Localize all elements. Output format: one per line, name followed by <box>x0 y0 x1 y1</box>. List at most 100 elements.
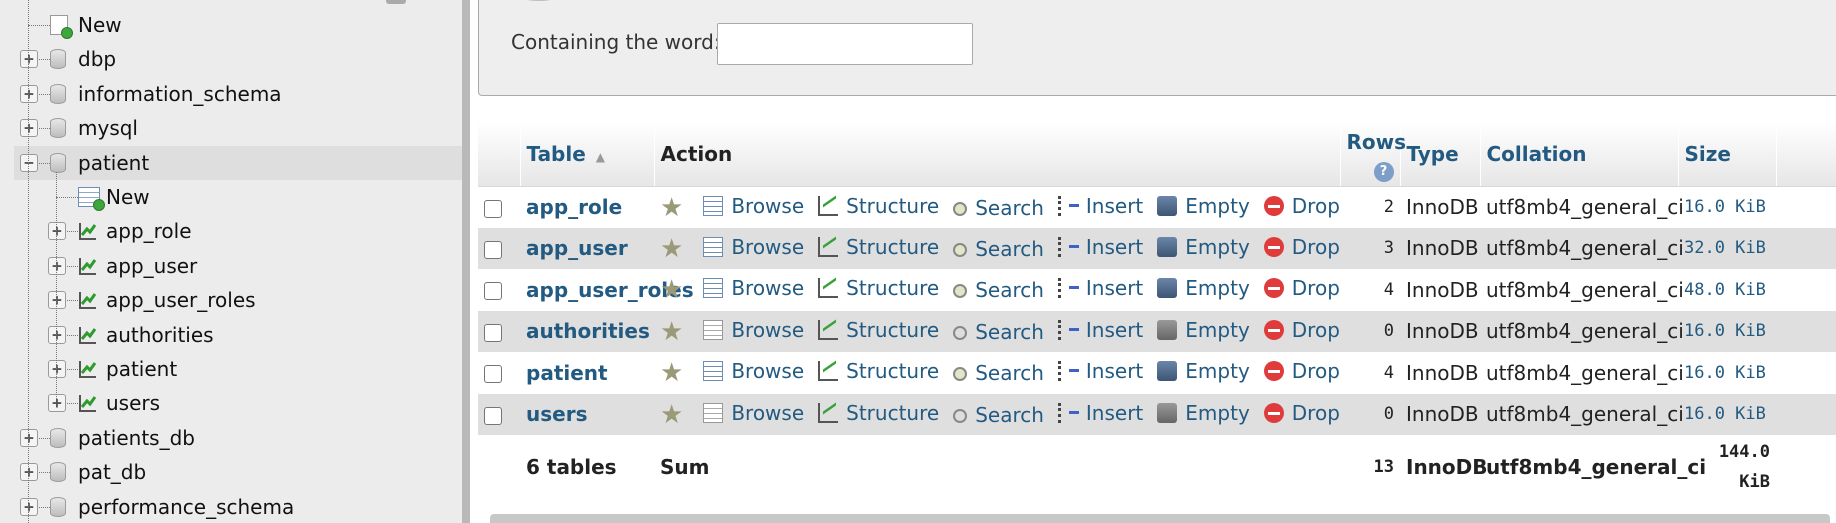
empty-link[interactable]: Empty <box>1157 318 1250 342</box>
expand-icon[interactable]: + <box>20 50 38 69</box>
expand-icon[interactable]: + <box>48 256 66 275</box>
tree-item-label[interactable]: app_user_roles <box>106 283 256 317</box>
structure-link[interactable]: Structure <box>818 401 939 425</box>
expand-icon[interactable]: + <box>20 497 38 516</box>
search-link[interactable]: Search <box>953 237 1044 261</box>
tree-item-label[interactable]: patient <box>106 352 177 386</box>
drop-link[interactable]: Drop <box>1263 194 1340 218</box>
tree-item-db[interactable]: + dbp <box>0 42 462 76</box>
tree-item-label[interactable]: dbp <box>78 42 116 76</box>
empty-link[interactable]: Empty <box>1157 401 1250 425</box>
tree-item-db[interactable]: + information_schema <box>0 77 462 111</box>
row-checkbox[interactable] <box>484 365 502 384</box>
expand-icon[interactable]: + <box>48 291 66 310</box>
search-link[interactable]: Search <box>953 320 1044 344</box>
size-column-header[interactable]: Size <box>1678 122 1777 187</box>
insert-link[interactable]: Insert <box>1057 401 1143 425</box>
insert-link[interactable]: Insert <box>1057 276 1143 300</box>
tree-item-table[interactable]: + app_role <box>0 214 462 248</box>
search-link[interactable]: Search <box>953 278 1044 302</box>
tree-item-db[interactable]: − patient <box>14 145 462 180</box>
structure-link[interactable]: Structure <box>818 276 939 300</box>
empty-link[interactable]: Empty <box>1157 235 1250 259</box>
favorite-star-icon[interactable]: ★ <box>660 317 683 347</box>
expand-icon[interactable]: + <box>48 325 66 344</box>
browse-link[interactable]: Browse <box>703 235 804 259</box>
type-column-header[interactable]: Type <box>1400 122 1481 187</box>
tree-item-table[interactable]: + users <box>0 386 462 420</box>
tree-item-label[interactable]: authorities <box>106 318 214 352</box>
structure-link[interactable]: Structure <box>818 194 939 218</box>
insert-link[interactable]: Insert <box>1057 194 1143 218</box>
collation-column-header[interactable]: Collation <box>1480 122 1679 187</box>
table-name-link[interactable]: authorities <box>526 319 650 343</box>
row-checkbox[interactable] <box>484 406 502 425</box>
row-checkbox[interactable] <box>484 199 502 218</box>
table-name-link[interactable]: app_role <box>526 195 622 219</box>
table-column-header[interactable]: Table ▲ <box>520 122 655 187</box>
browse-link[interactable]: Browse <box>703 359 804 383</box>
tree-item-table[interactable]: + authorities <box>0 318 462 352</box>
tree-item-new-table[interactable]: New <box>0 180 462 214</box>
structure-link[interactable]: Structure <box>818 235 939 259</box>
expand-icon[interactable]: + <box>20 119 38 138</box>
favorite-star-icon[interactable]: ★ <box>660 275 683 305</box>
row-checkbox[interactable] <box>484 282 502 301</box>
horizontal-scrollbar[interactable] <box>490 514 1830 523</box>
empty-link[interactable]: Empty <box>1157 276 1250 300</box>
tree-item-new-db[interactable]: New <box>0 8 462 42</box>
sort-by-table-link[interactable]: Table <box>527 142 586 166</box>
tree-item-table[interactable]: + patient <box>0 352 462 386</box>
sort-by-rows-link[interactable]: Rows <box>1347 130 1407 154</box>
sort-by-collation-link[interactable]: Collation <box>1487 142 1587 166</box>
sidebar-scrollbar[interactable] <box>386 0 406 4</box>
row-checkbox[interactable] <box>484 240 502 259</box>
drop-link[interactable]: Drop <box>1263 235 1340 259</box>
favorite-star-icon[interactable]: ★ <box>660 400 683 430</box>
tree-item-label[interactable]: app_role <box>106 214 192 248</box>
favorite-star-icon[interactable]: ★ <box>660 358 683 388</box>
drop-link[interactable]: Drop <box>1263 401 1340 425</box>
tree-item-label[interactable]: app_user <box>106 249 197 283</box>
help-icon[interactable]: ? <box>1373 162 1394 183</box>
drop-link[interactable]: Drop <box>1263 276 1340 300</box>
row-checkbox[interactable] <box>484 323 502 342</box>
sort-by-type-link[interactable]: Type <box>1407 142 1459 166</box>
favorite-star-icon[interactable]: ★ <box>660 234 683 264</box>
tree-item-label[interactable]: users <box>106 386 160 420</box>
collapse-icon[interactable]: − <box>20 153 38 172</box>
drop-link[interactable]: Drop <box>1263 359 1340 383</box>
tree-item-table[interactable]: + app_user_roles <box>0 283 462 317</box>
tree-item-db[interactable]: + pat_db <box>0 455 462 489</box>
browse-link[interactable]: Browse <box>703 401 804 425</box>
structure-link[interactable]: Structure <box>818 359 939 383</box>
browse-link[interactable]: Browse <box>703 318 804 342</box>
tree-item-db[interactable]: + mysql <box>0 111 462 145</box>
rows-column-header[interactable]: Rows ? <box>1340 122 1406 187</box>
empty-link[interactable]: Empty <box>1157 194 1250 218</box>
structure-link[interactable]: Structure <box>818 318 939 342</box>
sidebar-resize-handle[interactable] <box>462 0 470 523</box>
table-name-link[interactable]: patient <box>526 361 608 385</box>
tree-item-label[interactable]: New <box>78 8 122 42</box>
search-link[interactable]: Search <box>953 361 1044 385</box>
tree-item-table[interactable]: + app_user <box>0 249 462 283</box>
drop-link[interactable]: Drop <box>1263 318 1340 342</box>
tree-item-label[interactable]: patients_db <box>78 421 195 455</box>
expand-icon[interactable]: + <box>48 360 66 378</box>
insert-link[interactable]: Insert <box>1057 359 1143 383</box>
filter-input[interactable] <box>717 23 973 65</box>
expand-icon[interactable]: + <box>48 394 66 413</box>
search-link[interactable]: Search <box>953 403 1044 427</box>
tree-item-label[interactable]: information_schema <box>78 77 282 111</box>
tree-item-label[interactable]: patient <box>78 146 149 180</box>
expand-icon[interactable]: + <box>20 84 38 103</box>
browse-link[interactable]: Browse <box>703 194 804 218</box>
table-name-link[interactable]: app_user <box>526 236 628 260</box>
browse-link[interactable]: Browse <box>703 276 804 300</box>
insert-link[interactable]: Insert <box>1057 235 1143 259</box>
expand-icon[interactable]: + <box>48 222 66 241</box>
empty-link[interactable]: Empty <box>1157 359 1250 383</box>
tree-item-label[interactable]: mysql <box>78 111 138 145</box>
favorite-star-icon[interactable]: ★ <box>660 193 683 223</box>
